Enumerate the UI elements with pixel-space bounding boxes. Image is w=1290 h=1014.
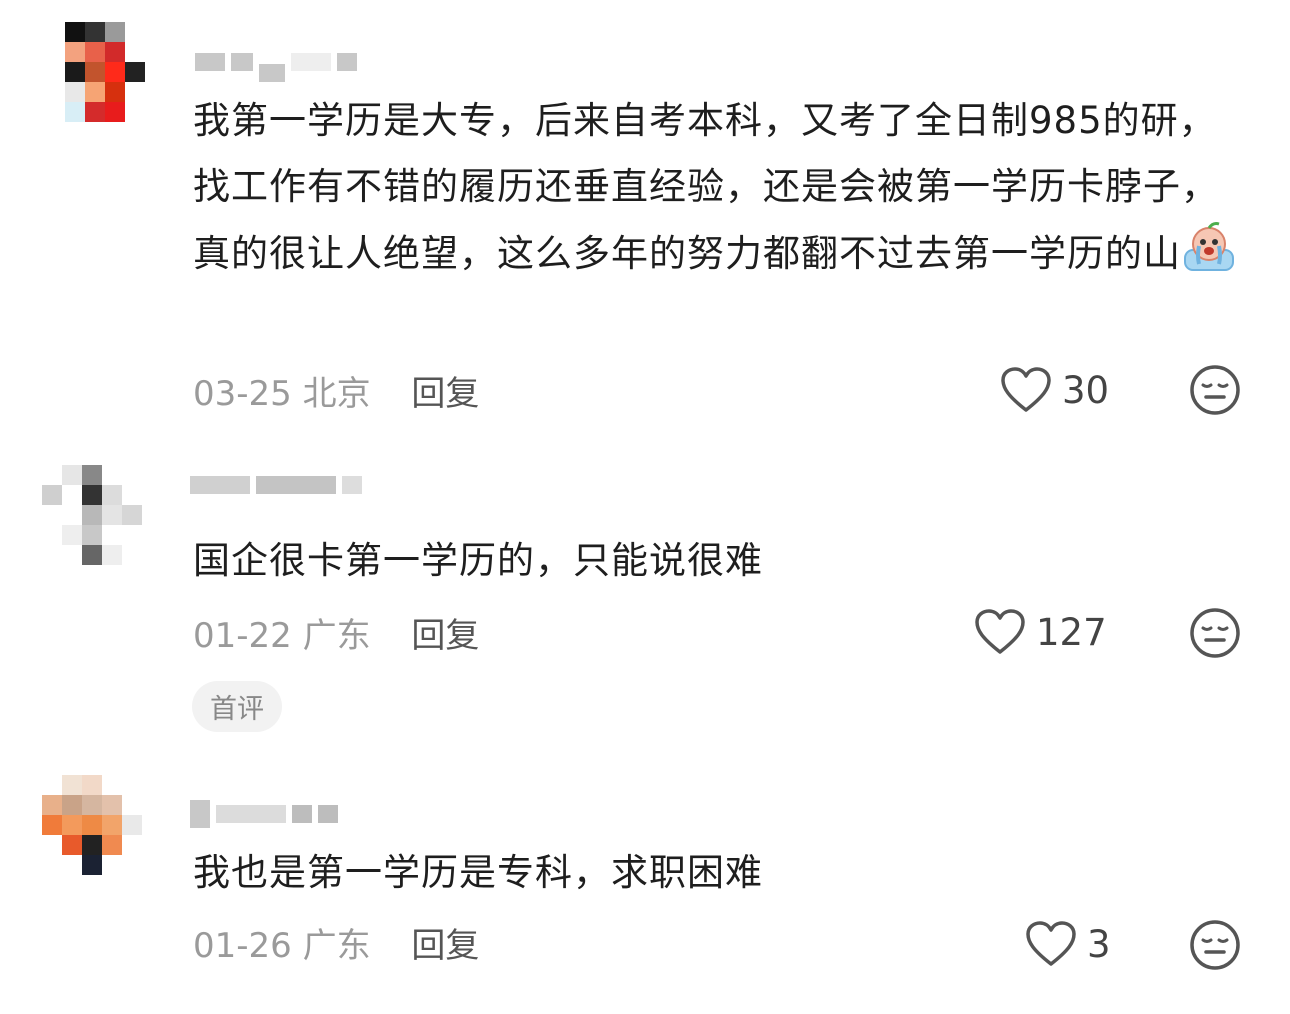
reply-button[interactable]: 回复 <box>411 926 479 966</box>
avatar[interactable] <box>45 22 145 122</box>
crying-face-emoji <box>1181 220 1237 272</box>
neutral-face-icon[interactable] <box>1188 606 1242 660</box>
like-count: 127 <box>1036 610 1107 654</box>
username-blurred[interactable] <box>190 800 338 828</box>
first-comment-badge: 首评 <box>192 681 282 732</box>
heart-outline-icon <box>1001 367 1051 412</box>
like-count: 3 <box>1087 922 1111 966</box>
comment-location: 广东 <box>302 616 371 656</box>
comment-text: 我第一学历是大专，后来自考本科，又考了全日制985的研，找工作有不错的履历还垂直… <box>193 88 1253 287</box>
avatar[interactable] <box>42 775 142 875</box>
avatar[interactable] <box>42 465 142 565</box>
comment-meta: 03-25 北京 回复 <box>193 366 479 415</box>
comment-text: 我也是第一学历是专科，求职困难 <box>193 851 763 894</box>
username-blurred[interactable] <box>195 42 357 82</box>
username-blurred[interactable] <box>190 476 362 494</box>
reply-button[interactable]: 回复 <box>411 616 479 656</box>
like-button[interactable]: 3 <box>1025 920 1111 968</box>
neutral-face-icon[interactable] <box>1188 363 1242 417</box>
comment-date: 01-22 <box>193 616 292 656</box>
heart-outline-icon <box>1026 921 1076 966</box>
comment-meta: 01-22 广东 回复 <box>193 608 479 657</box>
comment-location: 广东 <box>302 926 371 966</box>
comment-location: 北京 <box>302 374 371 414</box>
neutral-face-icon[interactable] <box>1188 918 1242 972</box>
comment-text: 国企很卡第一学历的，只能说很难 <box>193 539 763 582</box>
comment-date: 03-25 <box>193 374 292 414</box>
comment-date: 01-26 <box>193 926 292 966</box>
like-button[interactable]: 127 <box>974 608 1107 656</box>
like-button[interactable]: 30 <box>1000 366 1109 414</box>
reply-button[interactable]: 回复 <box>411 374 479 414</box>
like-count: 30 <box>1062 368 1110 412</box>
comment-meta: 01-26 广东 回复 <box>193 918 479 967</box>
heart-outline-icon <box>975 609 1025 654</box>
